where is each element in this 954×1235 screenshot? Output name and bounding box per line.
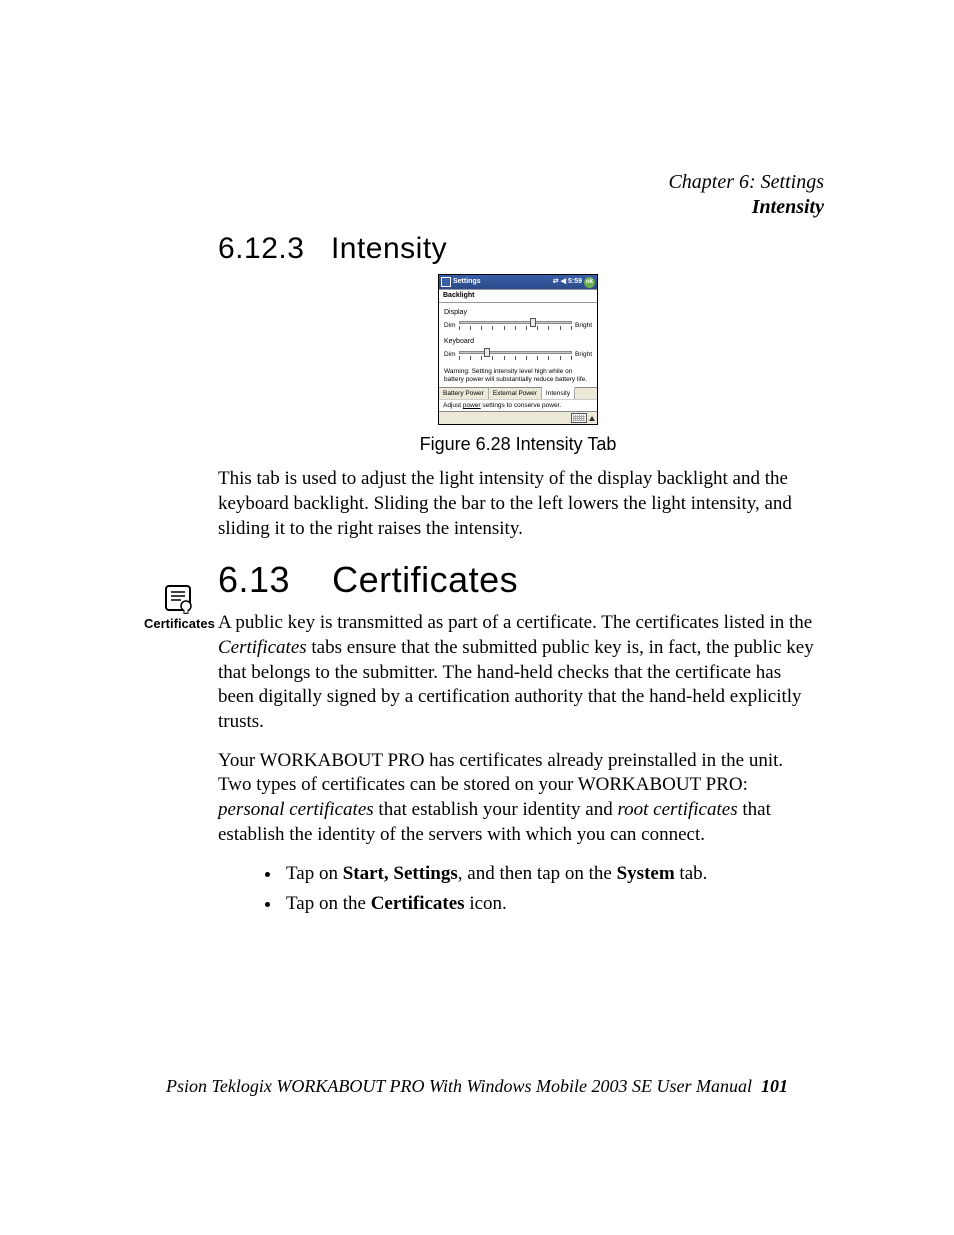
running-header: Chapter 6: Settings Intensity [668,170,824,220]
page-number: 101 [761,1076,788,1096]
heading-number: 6.13 [218,559,290,600]
page-footer: Psion Teklogix WORKABOUT PRO With Window… [0,1076,954,1097]
paragraph-cert-2: Your WORKABOUT PRO has certificates alre… [218,749,818,848]
keyboard-intensity-slider[interactable] [459,348,572,362]
heading-title: Certificates [332,559,518,600]
paragraph-cert-1: A public key is transmitted as part of a… [218,611,818,734]
display-bright-label: Bright [575,322,592,329]
heading-number: 6.12.3 [218,232,304,265]
display-intensity-slider[interactable] [459,318,572,332]
volume-icon[interactable]: ◀ [561,278,566,286]
device-topbar: Settings ⇄ ◀ 5:59 ok [439,275,597,289]
certificate-icon [162,584,196,614]
device-warning: Warning: Setting intensity level high wh… [444,368,592,383]
heading-title: Intensity [331,232,447,265]
device-screenshot: Settings ⇄ ◀ 5:59 ok Backlight Display D… [438,274,598,425]
tab-battery-power[interactable]: Battery Power [439,388,489,399]
header-section: Intensity [668,195,824,220]
steps-list: Tap on Start, Settings, and then tap on … [218,862,818,917]
list-item: Tap on the Certificates icon. [282,892,818,917]
figure-caption: Figure 6.28 Intensity Tab [218,434,818,455]
device-top-title: Settings [453,278,481,286]
device-sip-bar [439,411,597,424]
keyboard-group-label: Keyboard [444,338,592,346]
ok-button[interactable]: ok [584,277,595,288]
connectivity-icon[interactable]: ⇄ [553,278,559,286]
tab-intensity[interactable]: Intensity [542,387,575,399]
figure-block: Settings ⇄ ◀ 5:59 ok Backlight Display D… [218,274,818,455]
margin-icon-label: Certificates [144,616,214,631]
device-power-link[interactable]: Adjust power settings to conserve power. [439,399,597,411]
display-group-label: Display [444,309,592,317]
keyboard-dim-label: Dim [444,351,456,358]
paragraph-intensity: This tab is used to adjust the light int… [218,467,818,541]
footer-text: Psion Teklogix WORKABOUT PRO With Window… [166,1076,752,1096]
display-dim-label: Dim [444,322,456,329]
sip-menu-arrow-icon[interactable] [589,416,595,421]
margin-certificates-icon: Certificates [144,584,214,631]
tab-external-power[interactable]: External Power [489,388,542,399]
list-item: Tap on Start, Settings, and then tap on … [282,862,818,887]
header-chapter: Chapter 6: Settings [668,170,824,195]
start-icon[interactable] [441,277,451,287]
keyboard-sip-icon[interactable] [571,413,587,423]
heading-6-13: 6.13 Certificates [218,559,818,601]
device-tabs: Battery Power External Power Intensity [439,387,597,399]
device-title: Backlight [439,289,597,303]
device-clock: 5:59 [568,278,582,286]
keyboard-bright-label: Bright [575,351,592,358]
heading-6-12-3: 6.12.3 Intensity [218,232,818,266]
